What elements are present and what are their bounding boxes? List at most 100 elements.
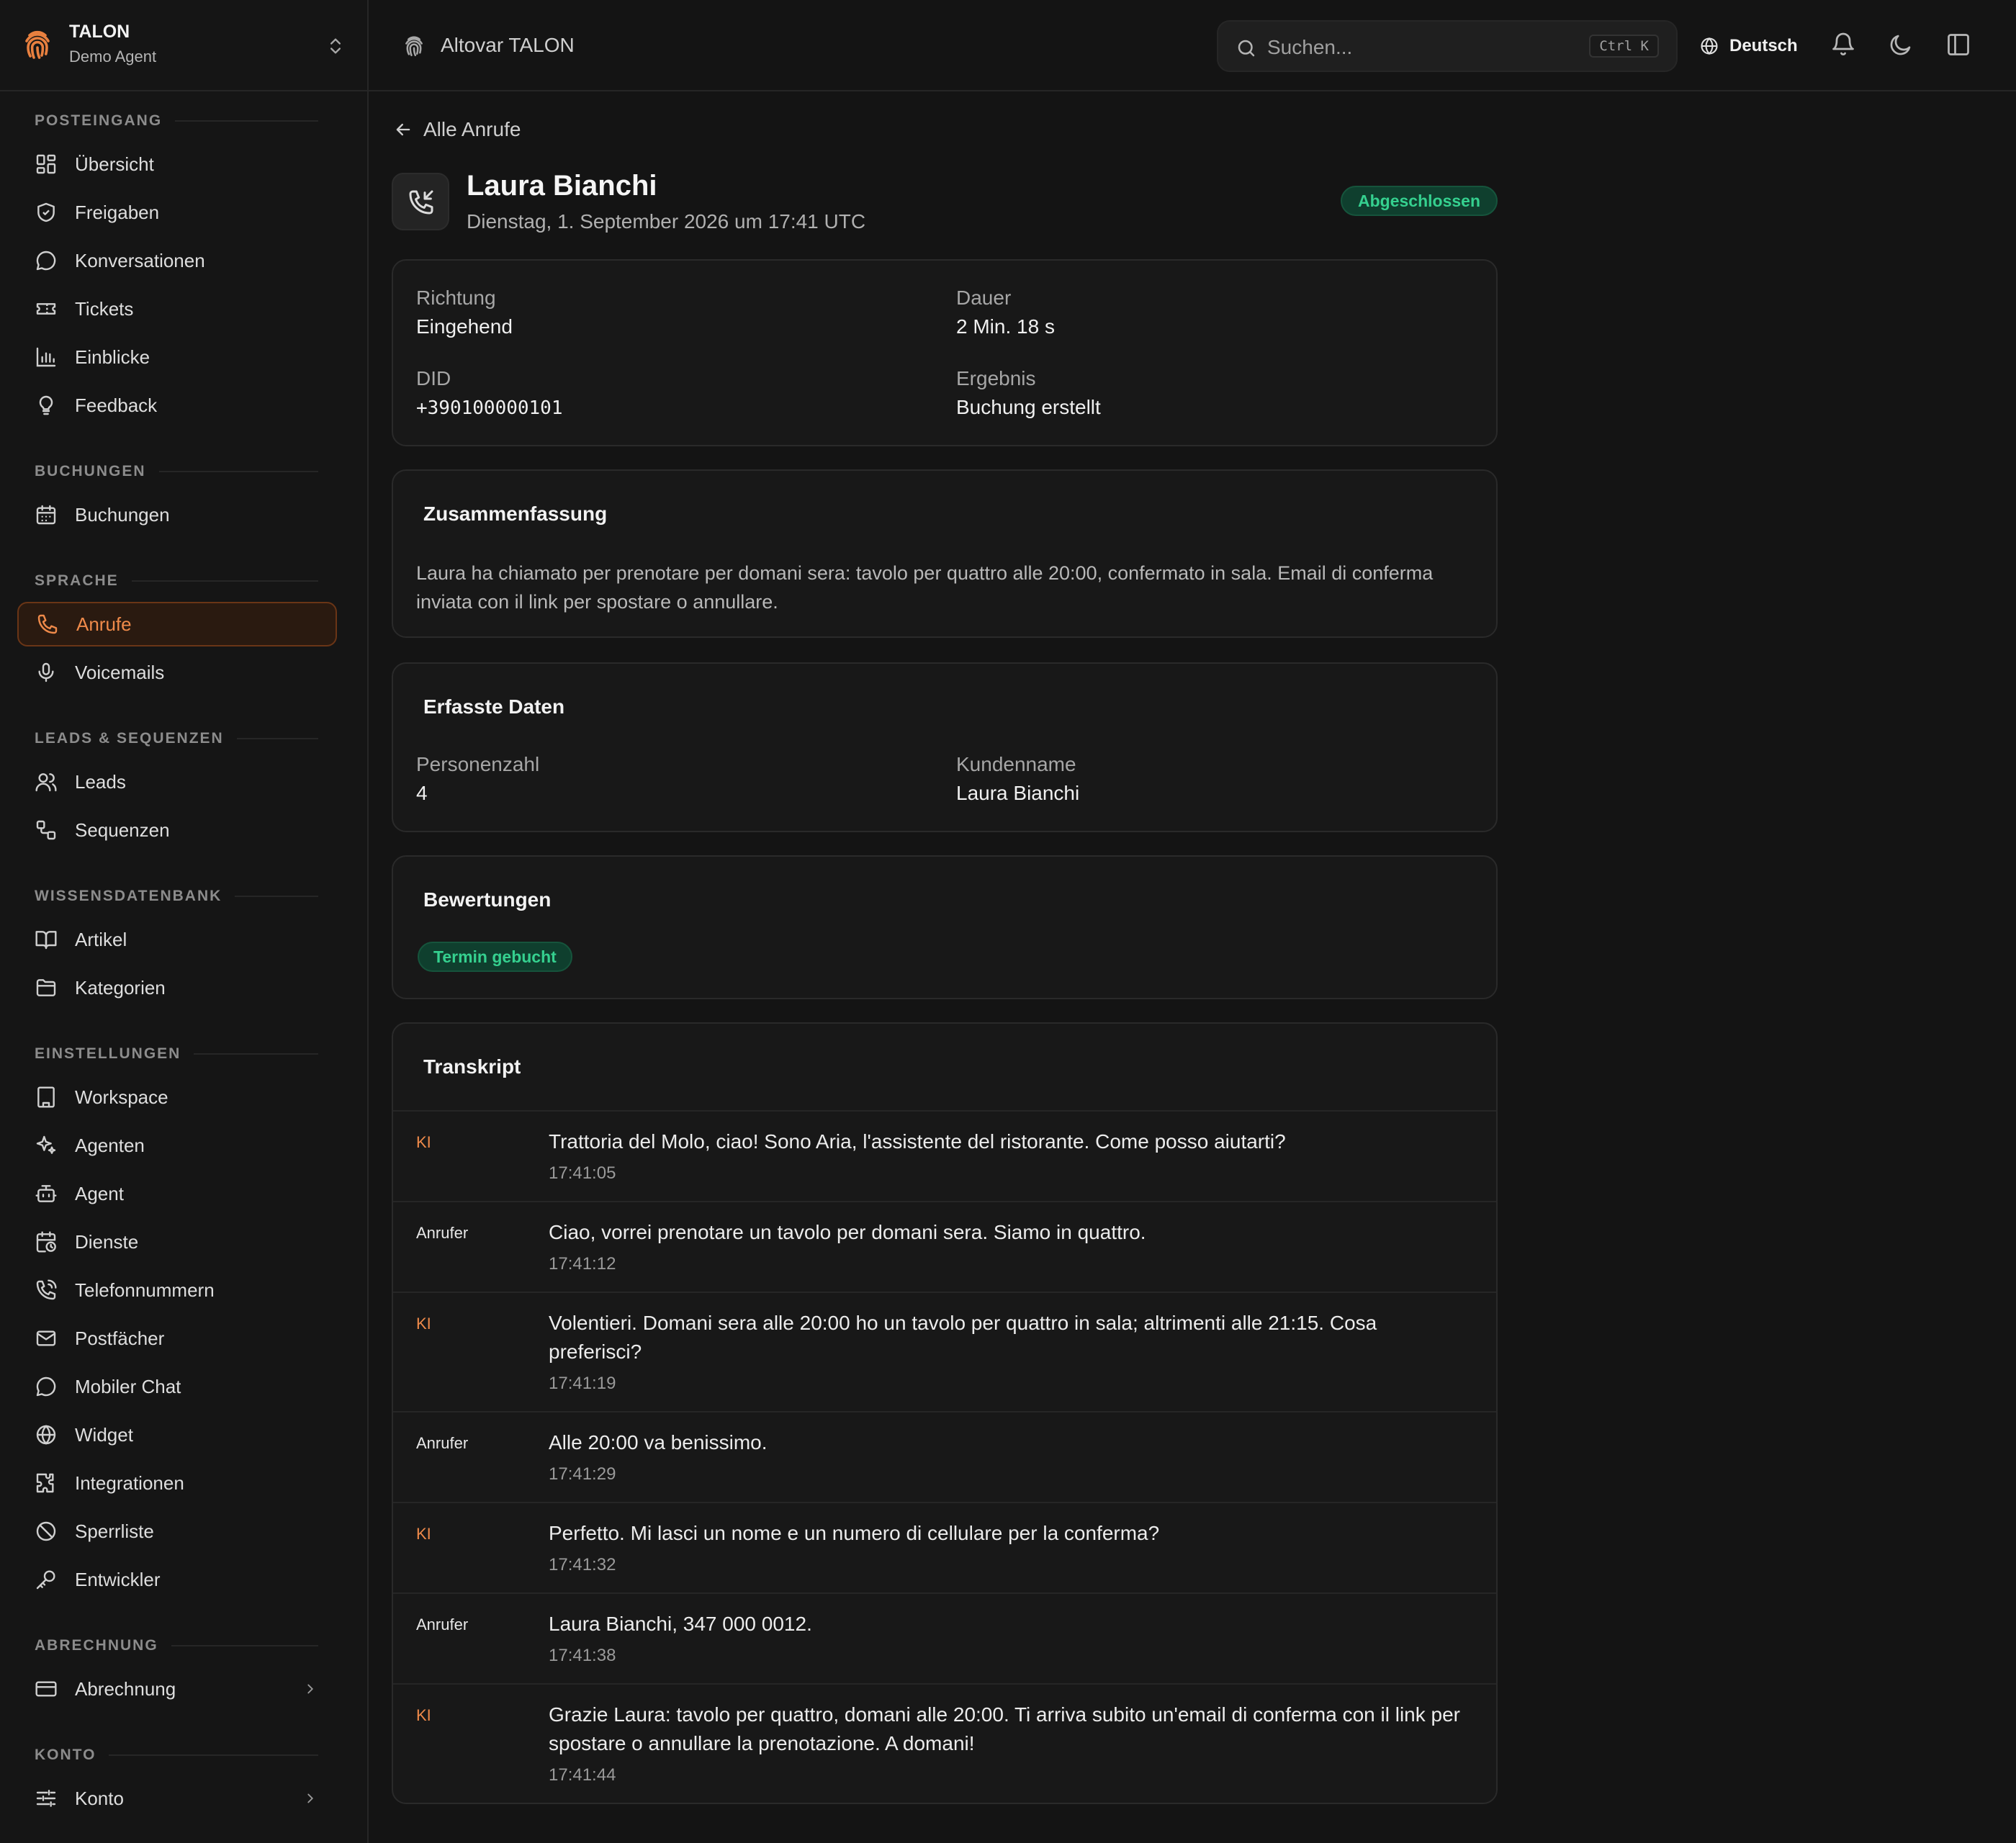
search-box[interactable]: Ctrl K [1217, 20, 1678, 72]
fingerprint-icon [402, 33, 426, 59]
message-text: Perfetto. Mi lasci un nome e un numero d… [549, 1522, 1160, 1544]
speaker-label: Anrufer [416, 1224, 469, 1242]
sidebar-item-postfaecher[interactable]: Postfächer [17, 1316, 337, 1361]
party-size-label: Personenzahl [416, 753, 540, 775]
message-text: Volentieri. Domani sera alle 20:00 ho un… [549, 1312, 1377, 1363]
sidebar-item-label: Abrechnung [75, 1677, 176, 1700]
sidebar-item-uebersicht[interactable]: Übersicht [17, 142, 337, 186]
transcript-entry: KI Volentieri. Domani sera alle 20:00 ho… [393, 1292, 1496, 1411]
sidebar-item-entwickler[interactable]: Entwickler [17, 1557, 337, 1602]
sidebar-item-integrationen[interactable]: Integrationen [17, 1461, 337, 1505]
chevrons-up-down-icon [325, 35, 346, 58]
sidebar-item-label: Buchungen [75, 503, 170, 526]
message-time: 17:41:32 [549, 1555, 616, 1574]
sidebar-item-label: Integrationen [75, 1472, 184, 1494]
ratings-card: Bewertungen Termin gebucht [392, 855, 1498, 999]
language-switcher[interactable]: Deutsch [1699, 29, 1798, 63]
section-abrechnung: ABRECHNUNG [35, 1635, 318, 1657]
section-posteingang: POSTEINGANG [35, 110, 318, 132]
sidebar-item-mobiler-chat[interactable]: Mobiler Chat [17, 1364, 337, 1409]
section-divider [158, 471, 318, 472]
sidebar-item-sperrliste[interactable]: Sperrliste [17, 1509, 337, 1554]
speaker-label: Anrufer [416, 1616, 469, 1634]
message-text: Laura Bianchi, 347 000 0012. [549, 1613, 812, 1635]
section-wissensdatenbank: WISSENSDATENBANK [35, 886, 318, 907]
language-label: Deutsch [1729, 36, 1798, 55]
sidebar-item-telefonnummern[interactable]: Telefonnummern [17, 1268, 337, 1312]
speaker-label: KI [416, 1133, 431, 1151]
section-divider [131, 580, 318, 582]
lightbulb-icon [35, 394, 58, 417]
direction-value: Eingehend [416, 315, 513, 338]
dashboard-icon [35, 153, 58, 176]
sidebar: TALON Demo Agent POSTEINGANG Übersicht F… [0, 0, 369, 1843]
summary-card: Zusammenfassung Laura ha chiamato per pr… [392, 469, 1498, 638]
ticket-icon [35, 297, 58, 320]
message-text: Ciao, vorrei prenotare un tavolo per dom… [549, 1221, 1146, 1243]
did-value: +390100000101 [416, 397, 563, 419]
sidebar-item-label: Einblicke [75, 346, 150, 368]
search-input[interactable] [1267, 32, 1598, 63]
sidebar-item-abrechnung[interactable]: Abrechnung [17, 1667, 337, 1711]
captured-data-card: Erfasste Daten Personenzahl 4 Kundenname… [392, 662, 1498, 832]
section-label: SPRACHE [35, 572, 119, 589]
duration-value: 2 Min. 18 s [956, 315, 1055, 338]
sidebar-item-konversationen[interactable]: Konversationen [17, 238, 337, 283]
message-time: 17:41:44 [549, 1765, 616, 1785]
sidebar-item-agent[interactable]: Agent [17, 1171, 337, 1216]
sidebar-item-freigaben[interactable]: Freigaben [17, 190, 337, 235]
workspace-switcher[interactable]: TALON Demo Agent [0, 0, 367, 91]
section-einstellungen: EINSTELLUNGEN [35, 1043, 318, 1065]
sidebar-item-tickets[interactable]: Tickets [17, 287, 337, 331]
workflow-icon [35, 819, 58, 842]
sidebar-item-buchungen[interactable]: Buchungen [17, 492, 337, 537]
brand-name: TALON [69, 22, 130, 42]
call-header: Laura Bianchi Dienstag, 1. September 202… [392, 170, 1498, 235]
message-text: Grazie Laura: tavolo per quattro, domani… [549, 1703, 1461, 1754]
sidebar-item-konto[interactable]: Konto [17, 1776, 337, 1821]
section-konto: KONTO [35, 1744, 318, 1766]
search-shortcut-hint: Ctrl K [1589, 35, 1659, 58]
message-time: 17:41:19 [549, 1374, 616, 1393]
globe-icon [35, 1423, 58, 1446]
calendar-icon [35, 503, 58, 526]
sidebar-item-kategorien[interactable]: Kategorien [17, 965, 337, 1010]
call-avatar [392, 173, 449, 230]
section-label: BUCHUNGEN [35, 463, 146, 479]
speaker-label: Anrufer [416, 1434, 469, 1452]
sidebar-item-dienste[interactable]: Dienste [17, 1220, 337, 1264]
sidebar-item-sequenzen[interactable]: Sequenzen [17, 808, 337, 852]
sidebar-item-einblicke[interactable]: Einblicke [17, 335, 337, 379]
bell-icon[interactable] [1830, 32, 1856, 58]
sidebar-item-widget[interactable]: Widget [17, 1412, 337, 1457]
sidebar-item-label: Dienste [75, 1230, 139, 1253]
sidebar-item-label: Feedback [75, 394, 158, 416]
sidebar-item-voicemails[interactable]: Voicemails [17, 650, 337, 695]
section-leads-sequenzen: LEADS & SEQUENZEN [35, 728, 318, 749]
transcript-entry: Anrufer Laura Bianchi, 347 000 0012. 17:… [393, 1592, 1496, 1683]
key-icon [35, 1568, 58, 1591]
sidebar-item-workspace[interactable]: Workspace [17, 1075, 337, 1119]
sidebar-item-artikel[interactable]: Artikel [17, 917, 337, 962]
bar-chart-icon [35, 346, 58, 369]
speaker-label: KI [416, 1525, 431, 1543]
arrow-left-icon [393, 120, 413, 140]
transcript-title: Transkript [423, 1055, 521, 1078]
back-link[interactable]: Alle Anrufe [393, 115, 521, 144]
sidebar-item-agenten[interactable]: Agenten [17, 1123, 337, 1168]
sidebar-item-anrufe[interactable]: Anrufe [17, 602, 337, 646]
sidebar-item-label: Sequenzen [75, 819, 170, 841]
globe-icon [1699, 36, 1719, 56]
transcript-entry: KI Grazie Laura: tavolo per quattro, dom… [393, 1683, 1496, 1803]
users-icon [35, 770, 58, 793]
moon-icon[interactable] [1888, 32, 1914, 58]
sidebar-toggle-icon[interactable] [1945, 32, 1971, 58]
section-label: EINSTELLUNGEN [35, 1045, 181, 1062]
sidebar-item-label: Sperrliste [75, 1520, 154, 1542]
section-label: LEADS & SEQUENZEN [35, 730, 224, 747]
app-title: Altovar TALON [441, 34, 575, 56]
sidebar-item-feedback[interactable]: Feedback [17, 383, 337, 428]
message-time: 17:41:38 [549, 1646, 616, 1665]
search-icon [1236, 37, 1257, 59]
sidebar-item-leads[interactable]: Leads [17, 760, 337, 804]
